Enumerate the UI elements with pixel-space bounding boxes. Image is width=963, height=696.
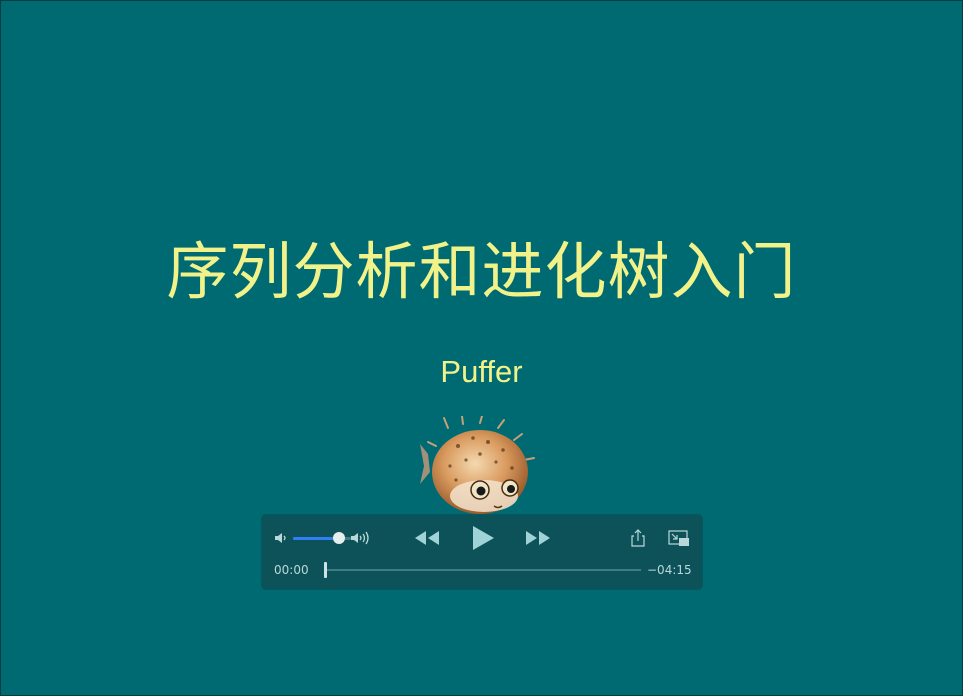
slide-subtitle: Puffer (440, 354, 523, 389)
volume-level (293, 537, 338, 540)
remaining-time: −04:15 (647, 563, 692, 577)
speaker-high-icon[interactable] (349, 529, 371, 547)
volume-slider[interactable] (293, 532, 351, 544)
video-frame (0, 0, 963, 696)
elapsed-time: 00:00 (274, 563, 309, 577)
pufferfish-image (420, 416, 535, 514)
rewind-icon[interactable] (413, 529, 441, 547)
share-icon[interactable] (631, 529, 645, 547)
picture-in-picture-icon[interactable] (668, 530, 690, 547)
play-icon[interactable] (470, 524, 496, 552)
fast-forward-icon[interactable] (524, 529, 552, 547)
speaker-low-icon[interactable] (273, 530, 289, 546)
volume-knob[interactable] (333, 532, 345, 544)
slide-title: 序列分析和进化树入门 (166, 235, 797, 308)
progress-scrubber[interactable] (324, 562, 327, 578)
progress-track[interactable] (326, 569, 641, 571)
